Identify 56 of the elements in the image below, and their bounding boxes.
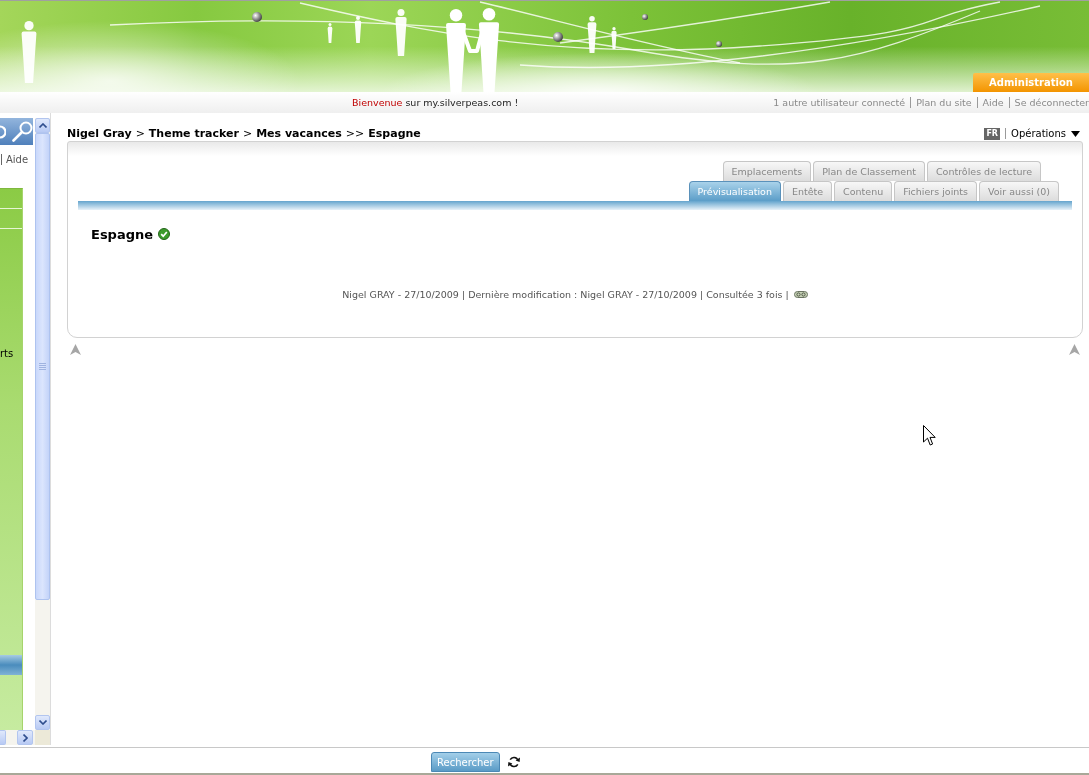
tab[interactable]: Entête <box>782 181 833 201</box>
link-icon[interactable] <box>793 290 808 298</box>
breadcrumb-link[interactable]: Mes vacances <box>256 127 342 140</box>
metal-sphere <box>716 41 722 47</box>
menu-item[interactable]: rts <box>0 348 22 359</box>
up-arrow-icon[interactable] <box>1069 344 1080 355</box>
search-icon[interactable] <box>12 121 33 142</box>
metal-sphere <box>642 14 648 20</box>
refresh-icon[interactable] <box>507 756 520 768</box>
person-silhouette <box>611 27 617 49</box>
scroll-down-button[interactable] <box>35 715 50 730</box>
chevron-up-icon <box>38 123 47 128</box>
tab[interactable]: Contrôles de lecture <box>926 161 1041 181</box>
publication-title: Espagne <box>91 226 154 242</box>
scroll-right-button[interactable] <box>17 730 33 745</box>
language-badge[interactable]: FR <box>984 127 1000 140</box>
header-link[interactable]: Aide <box>982 97 1004 108</box>
scroll-up-button[interactable] <box>35 118 50 133</box>
tab[interactable]: Fichiers joints <box>894 181 977 201</box>
person-silhouette <box>327 23 333 43</box>
tab[interactable]: Emplacements <box>722 161 812 181</box>
operations-menu[interactable]: Opérations <box>1011 128 1080 139</box>
caret-icon <box>1071 130 1080 137</box>
header-link[interactable]: 1 autre utilisateur connecté <box>773 97 906 108</box>
publication-info: Nigel GRAY - 27/10/2009 | Dernière modification : Nigel GRAY - 27/10/2009 | Consultée 3 fois | <box>342 288 789 300</box>
tab[interactable]: Contenu <box>834 181 893 201</box>
breadcrumb-separator: > <box>135 127 145 140</box>
metal-sphere <box>553 32 563 42</box>
search-button[interactable]: Rechercher <box>431 752 500 772</box>
header-link[interactable]: Se déconnecter <box>1014 97 1089 108</box>
tab[interactable]: Plan de Classement <box>813 161 925 181</box>
scrollbar-corner <box>35 730 50 745</box>
sidebar-section-bar <box>0 655 22 675</box>
tab[interactable]: Voir aussi (0) <box>979 181 1059 201</box>
tab[interactable]: Prévisualisation <box>688 181 781 201</box>
breadcrumb-link[interactable]: Theme tracker <box>148 127 239 140</box>
person-silhouette <box>354 16 362 43</box>
grip-icon <box>39 363 46 370</box>
metal-sphere <box>252 12 262 22</box>
help-link[interactable]: Aide <box>6 153 29 165</box>
mouse-pointer-icon <box>923 425 936 446</box>
ring-icon[interactable] <box>0 124 6 139</box>
administration-tab[interactable]: Administration <box>973 73 1089 92</box>
person-silhouette <box>21 21 37 83</box>
scrollbar-thumb[interactable] <box>35 133 50 600</box>
breadcrumb-link[interactable]: Nigel Gray <box>67 127 132 140</box>
breadcrumb-separator: >> <box>345 127 365 140</box>
chevron-right-icon <box>22 733 28 742</box>
header-link[interactable]: Plan du site <box>916 97 972 108</box>
chevron-down-icon <box>38 720 47 725</box>
breadcrumb-link[interactable]: Espagne <box>368 127 421 140</box>
person-silhouette <box>587 16 597 53</box>
breadcrumb-separator: > <box>242 127 253 140</box>
welcome-message: Bienvenue sur my.silverpeas.com ! <box>352 97 519 108</box>
person-silhouette <box>395 9 407 56</box>
up-arrow-icon[interactable] <box>70 344 81 355</box>
